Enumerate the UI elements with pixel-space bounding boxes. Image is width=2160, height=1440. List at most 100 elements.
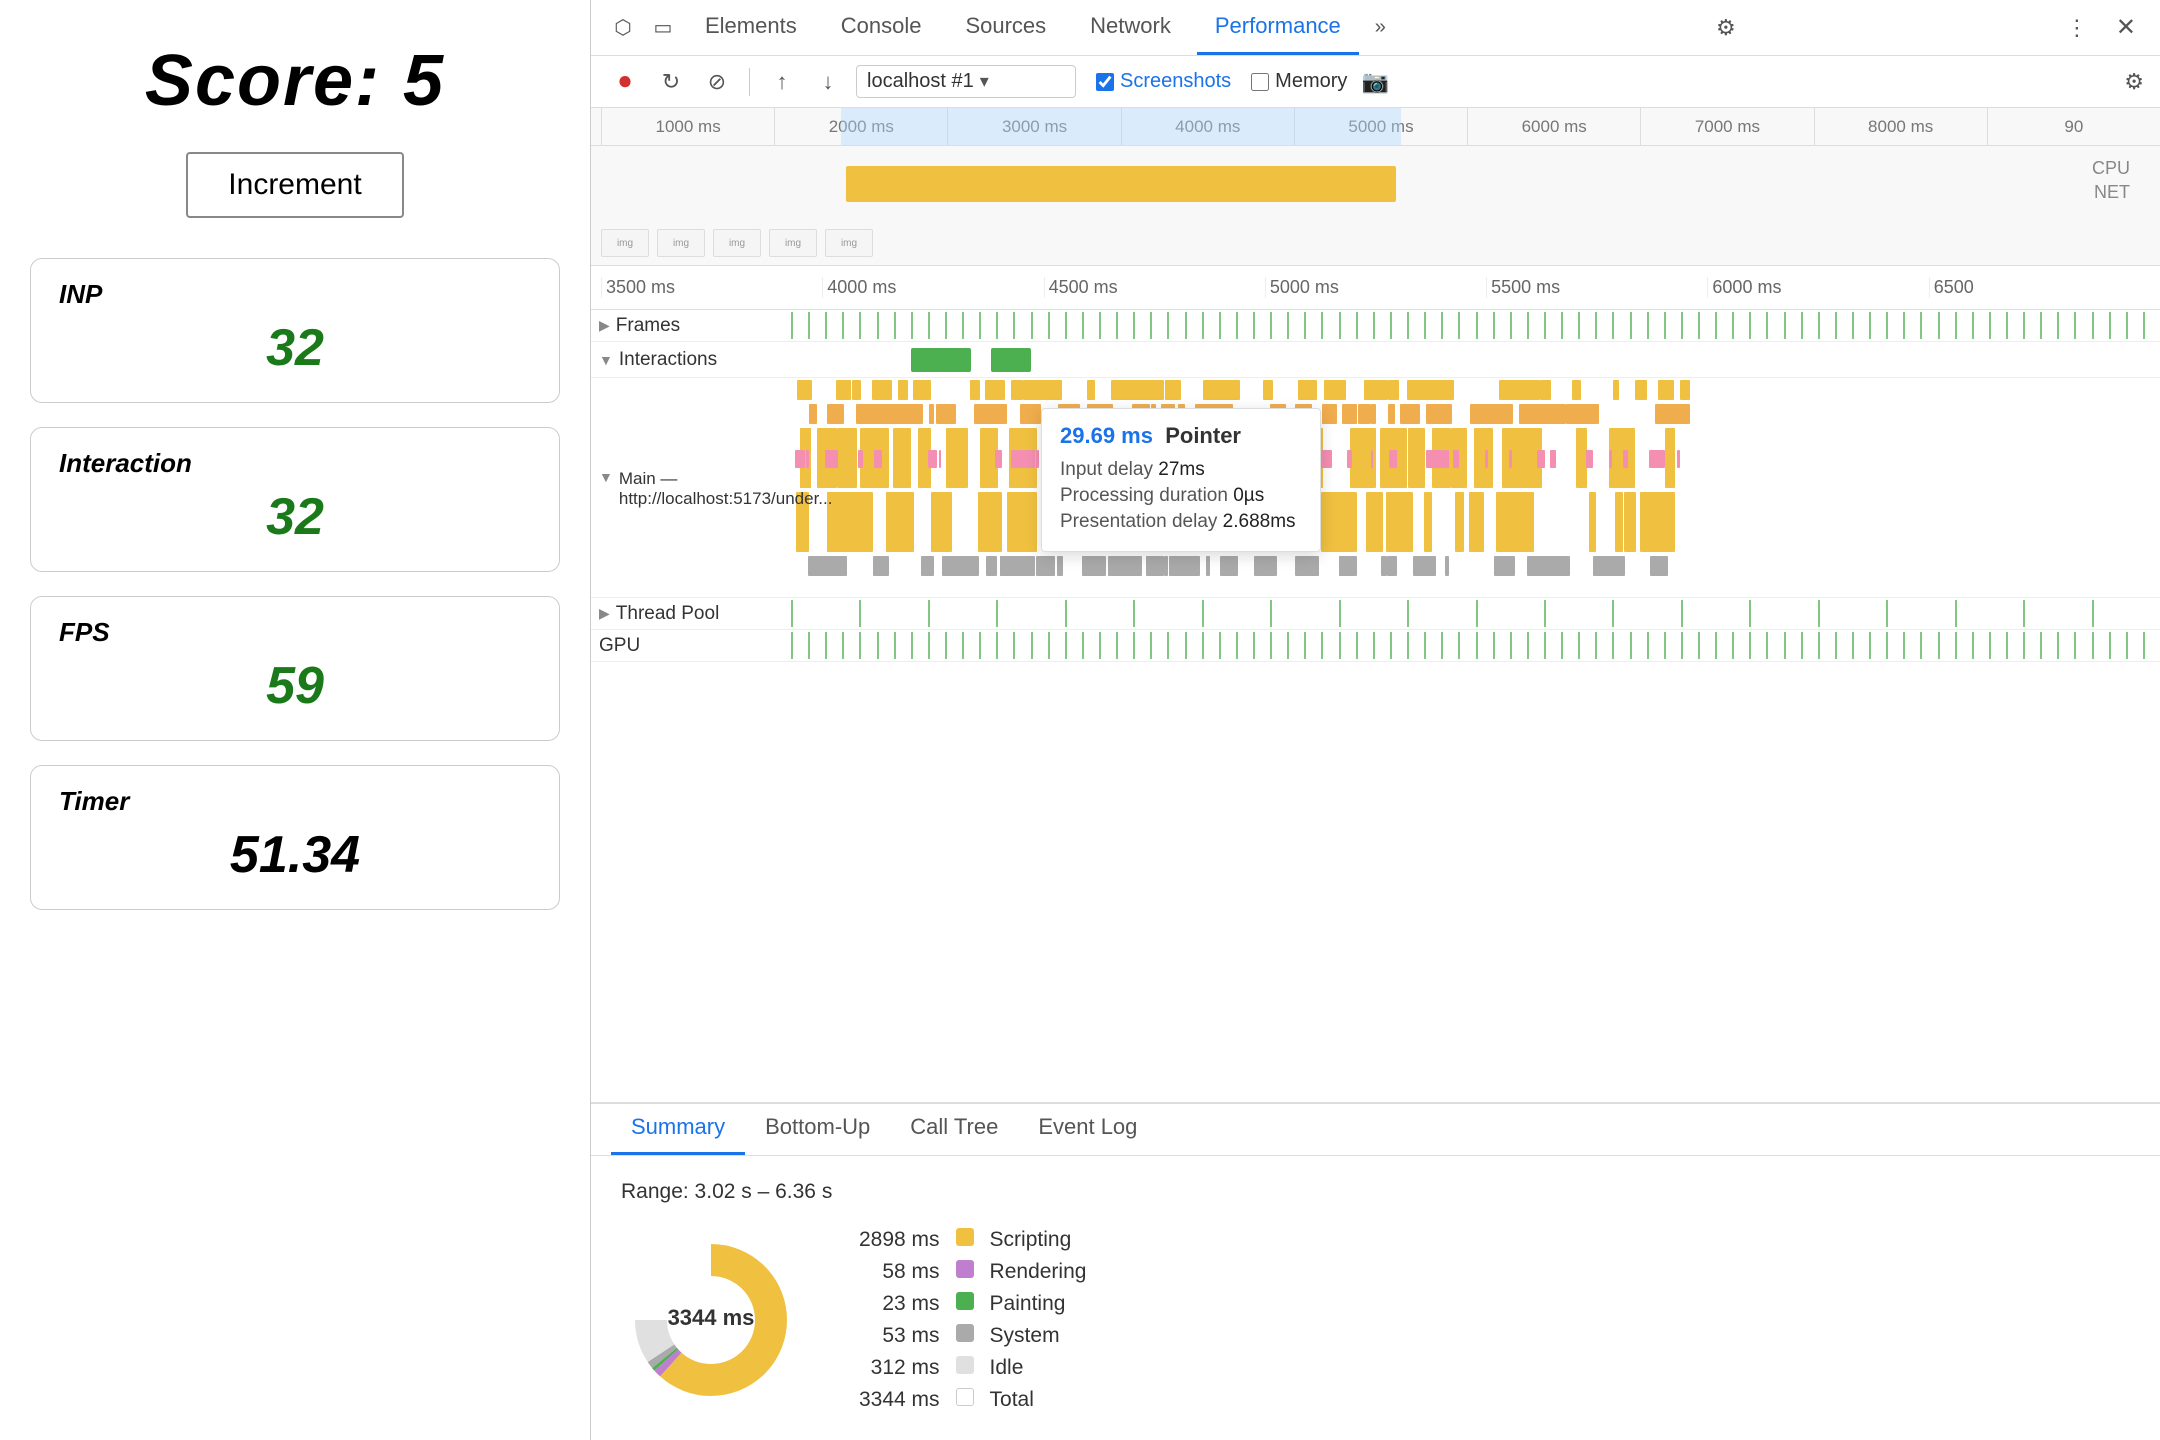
gpu-green-ticks [791, 630, 2160, 661]
main-bar-block [986, 556, 998, 576]
tab-summary[interactable]: Summary [611, 1114, 745, 1155]
more-options-icon[interactable]: ⋮ [2058, 15, 2096, 41]
toolbar-settings-icon[interactable]: ⚙ [2124, 69, 2144, 95]
memory-checkbox[interactable] [1251, 73, 1269, 91]
main-bar-block [1342, 404, 1357, 424]
main-bar-block [1206, 556, 1210, 576]
main-bar-block [931, 492, 951, 552]
url-bar[interactable]: localhost #1 ▾ [856, 65, 1076, 98]
tab-network[interactable]: Network [1072, 0, 1189, 55]
tick-mark [1527, 632, 1529, 659]
main-bar-render [1436, 450, 1439, 468]
tick-mark [1938, 632, 1940, 659]
tick-mark [842, 312, 844, 339]
tab-elements[interactable]: Elements [687, 0, 815, 55]
main-bar-block [1186, 556, 1200, 576]
main-bar-block [1510, 556, 1515, 576]
tab-performance[interactable]: Performance [1197, 0, 1359, 55]
main-bar-render [1655, 450, 1665, 468]
memory-label: Memory [1275, 70, 1347, 93]
tick-mark [1955, 600, 1957, 627]
tick-mark [825, 312, 827, 339]
reload-icon[interactable]: ↻ [653, 64, 689, 100]
tab-console[interactable]: Console [823, 0, 940, 55]
main-bar-block [797, 380, 812, 400]
devtools-toolbar: ⏺ ↻ ⊘ ↑ ↓ localhost #1 ▾ Screenshots Mem… [591, 56, 2160, 108]
thread-arrow[interactable]: ▶ [599, 605, 610, 622]
main-label: ▼ Main — http://localhost:5173/under... [591, 463, 791, 513]
main-bar-block [1530, 556, 1544, 576]
cursor-icon[interactable]: ⬡ [607, 12, 639, 44]
tick-mark [1150, 312, 1152, 339]
screenshots-checkbox[interactable] [1096, 73, 1114, 91]
main-bar-block [886, 492, 902, 552]
tick-mark [1099, 312, 1101, 339]
url-dropdown-icon[interactable]: ▾ [980, 71, 989, 92]
legend-name: Idle [982, 1352, 1095, 1384]
main-arrow[interactable]: ▼ [599, 469, 613, 485]
main-bar-render [796, 450, 805, 468]
main-bar-block [942, 556, 956, 576]
tick-mark [1356, 632, 1358, 659]
tick-mark [1424, 312, 1426, 339]
tick-mark [859, 312, 861, 339]
download-icon[interactable]: ↓ [810, 64, 846, 100]
stop-icon[interactable]: ⊘ [699, 64, 735, 100]
settings-icon[interactable]: ⚙ [1708, 15, 1744, 41]
tick-mark [1065, 600, 1067, 627]
frames-arrow[interactable]: ▶ [599, 317, 610, 334]
interaction-bar-2[interactable] [991, 348, 1031, 372]
tick-mark [1766, 632, 1768, 659]
main-bar-render [1586, 450, 1593, 468]
tick-mark [1082, 312, 1084, 339]
main-bar-render [1677, 450, 1679, 468]
tab-call-tree[interactable]: Call Tree [890, 1114, 1018, 1155]
main-bar-block [1363, 428, 1377, 488]
close-icon[interactable]: ✕ [2108, 13, 2144, 42]
upload-icon[interactable]: ↑ [764, 64, 800, 100]
tick-mark [2143, 312, 2145, 339]
tick-1000: 1000 ms [601, 108, 774, 145]
legend-ms: 312 ms [851, 1352, 948, 1384]
interaction-bar-1[interactable] [911, 348, 971, 372]
tab-event-log[interactable]: Event Log [1018, 1114, 1157, 1155]
cpu-label: CPU [2092, 158, 2130, 179]
tick-mark [894, 632, 896, 659]
main-bar-render [806, 450, 809, 468]
tick-mark [1578, 632, 1580, 659]
main-bar-block [1680, 380, 1690, 400]
tick-mark [1048, 632, 1050, 659]
tick-mark [928, 312, 930, 339]
dtick-4500: 4500 ms [1044, 277, 1265, 298]
metric-value-inp: 32 [59, 318, 531, 378]
tab-sources[interactable]: Sources [947, 0, 1064, 55]
tick-mark [1886, 632, 1888, 659]
main-bars [791, 378, 2160, 597]
record-icon[interactable]: ⏺ [607, 64, 643, 100]
overview-timeline[interactable]: CPU NET img img img img img [591, 146, 2160, 266]
screenshots-checkbox-group: Screenshots [1096, 70, 1231, 93]
tab-bottom-up[interactable]: Bottom-Up [745, 1114, 890, 1155]
main-bar-block [1635, 380, 1647, 400]
tooltip-title: 29.69 ms Pointer [1060, 423, 1302, 449]
main-bar-block [1108, 556, 1122, 576]
bottom-content: Range: 3.02 s – 6.36 s 3344 ms [591, 1156, 2160, 1440]
main-bar-block [1152, 380, 1165, 400]
increment-button[interactable]: Increment [186, 152, 403, 218]
devtools-topbar: ⬡ ▭ Elements Console Sources Network Per… [591, 0, 2160, 56]
device-icon[interactable]: ▭ [647, 12, 679, 44]
main-bar-render [995, 450, 1000, 468]
tick-mark [1031, 632, 1033, 659]
interactions-arrow[interactable]: ▼ [599, 352, 613, 368]
dtick-6500: 6500 [1929, 277, 2150, 298]
main-bar-block [1165, 380, 1180, 400]
tracks-area[interactable]: ▶ Frames ▼ Interactions ▼ Main — htt [591, 310, 2160, 1102]
main-bar-block [1221, 380, 1235, 400]
main-bar-block [974, 404, 988, 424]
tick-mark [1612, 600, 1614, 627]
tick-mark [1818, 600, 1820, 627]
devtools-panel: ⬡ ▭ Elements Console Sources Network Per… [590, 0, 2160, 1440]
screenshot-camera-icon[interactable]: 📷 [1357, 64, 1393, 100]
tick-mark [2040, 632, 2042, 659]
more-tabs-icon[interactable]: » [1367, 16, 1394, 39]
